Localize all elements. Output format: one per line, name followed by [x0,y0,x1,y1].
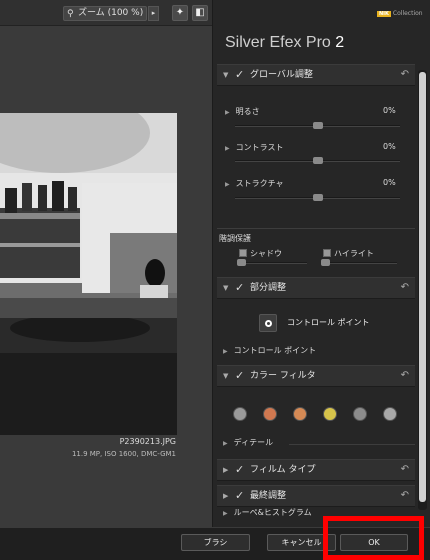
brightness-slider[interactable] [235,122,400,129]
control-panel: NIK Collection Silver Efex Pro 2 ▼ ✓ グローバ… [212,0,430,527]
section-color-filter[interactable]: ▼ ✓ カラー フィルタ ↶ [217,365,415,387]
image-filename: P2390213.JPG [119,437,176,446]
slider-thumb[interactable] [321,259,330,266]
contrast-slider[interactable] [235,157,400,164]
undo-icon[interactable]: ↶ [401,65,409,85]
collapse-triangle-icon: ▼ [223,71,229,79]
slider-thumb[interactable] [313,157,323,164]
section-film-type[interactable]: ▶ ✓ フィルム タイプ ↶ [217,459,415,481]
slider-thumb[interactable] [237,259,246,266]
structure-row[interactable]: ▶ ストラクチャ [225,178,284,189]
structure-slider[interactable] [235,194,400,201]
checkmark-icon[interactable]: ✓ [235,486,244,506]
slider-thumb[interactable] [313,122,323,129]
split-view-icon[interactable]: ◧ [192,5,208,21]
shadows-slider[interactable] [237,259,307,266]
undo-icon[interactable]: ↶ [401,460,409,480]
control-point-icon [259,314,277,332]
scrollbar-thumb[interactable] [419,72,426,502]
preview-toolbar: ⚲ ズーム (100 %) ▸ ✦ ◧ [0,0,212,26]
app-title: Silver Efex Pro 2 [225,34,345,51]
expand-triangle-icon: ▶ [223,466,229,474]
highlights-label[interactable]: ハイライト [323,248,374,259]
shadows-toggle[interactable] [239,249,247,257]
checkmark-icon[interactable]: ✓ [235,278,244,298]
loupe-histogram-row[interactable]: ▶ ルーペ&ヒストグラム [223,507,312,518]
undo-icon[interactable]: ↶ [401,486,409,506]
undo-icon[interactable]: ↶ [401,278,409,298]
tone-protection-label: 階調保護 [219,234,251,243]
image-info: 11.9 MP, ISO 1600, DMC-GM1 [71,450,176,458]
undo-icon[interactable]: ↶ [401,366,409,386]
highlights-toggle[interactable] [323,249,331,257]
color-filter-swatch[interactable] [233,407,247,421]
divider [217,228,415,229]
preview-area: ⚲ ズーム (100 %) ▸ ✦ ◧ P2390213.JPG 11.9 MP… [0,0,212,527]
brightness-row[interactable]: ▶ 明るさ [225,106,260,117]
color-filter-swatch[interactable] [383,407,397,421]
zoom-button[interactable]: ⚲ ズーム (100 %) [63,6,147,21]
brightness-value: 0% [383,106,396,115]
control-point-list-row[interactable]: ▶ コントロール ポイント [223,345,316,356]
collapse-triangle-icon: ▼ [223,372,229,380]
checkmark-icon[interactable]: ✓ [235,460,244,480]
color-filter-swatch[interactable] [353,407,367,421]
panel-scrollbar[interactable] [418,70,427,510]
color-filter-swatch[interactable] [293,407,307,421]
collapse-triangle-icon: ▼ [223,284,229,292]
divider [289,444,415,445]
magnifier-icon: ⚲ [67,9,74,19]
lightbulb-icon[interactable]: ✦ [172,5,188,21]
color-filter-swatch[interactable] [323,407,337,421]
shadows-label[interactable]: シャドウ [239,248,282,259]
contrast-value: 0% [383,142,396,151]
section-global-adjustments[interactable]: ▼ ✓ グローバル調整 ↶ [217,64,415,86]
slider-thumb[interactable] [313,194,323,201]
section-finishing-adjustments[interactable]: ▶ ✓ 最終調整 ↶ [217,485,415,507]
ok-highlight-box [323,516,424,560]
add-control-point-button[interactable]: コントロール ポイント [259,313,389,333]
bw-bar-photo [0,113,177,435]
photo-preview[interactable] [0,113,177,435]
structure-value: 0% [383,178,396,187]
nik-collection-logo: NIK Collection [377,10,423,17]
contrast-row[interactable]: ▶ コントラスト [225,142,283,153]
expand-triangle-icon: ▶ [223,492,229,500]
details-row[interactable]: ▶ ディテール [223,437,273,448]
color-filter-swatch[interactable] [263,407,277,421]
checkmark-icon[interactable]: ✓ [235,65,244,85]
section-selective-adjustments[interactable]: ▼ ✓ 部分調整 ↶ [217,277,415,299]
checkmark-icon[interactable]: ✓ [235,366,244,386]
zoom-dropdown-arrow[interactable]: ▸ [148,6,159,21]
brush-button[interactable]: ブラシ [181,534,250,551]
zoom-label: ズーム (100 %) [78,8,144,18]
highlights-slider[interactable] [321,259,397,266]
